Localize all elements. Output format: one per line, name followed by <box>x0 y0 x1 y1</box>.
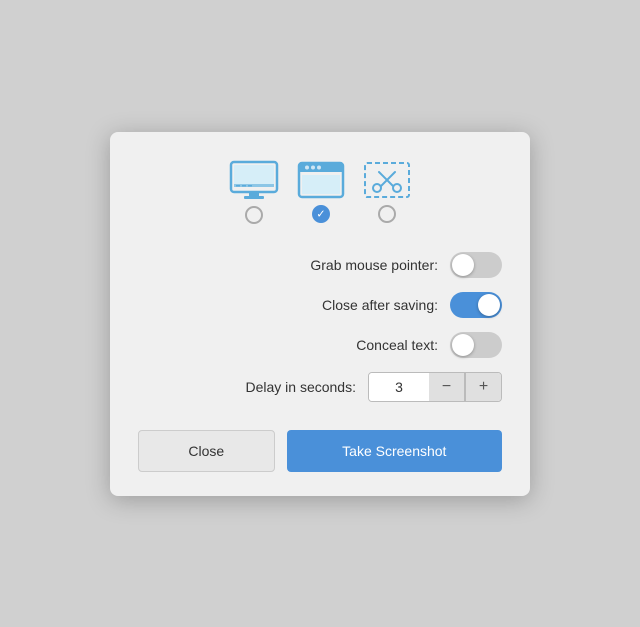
delay-plus-button[interactable]: + <box>465 373 501 401</box>
close-after-saving-toggle[interactable] <box>450 292 502 318</box>
close-after-saving-row: Close after saving: <box>138 292 502 318</box>
screenshot-dialog: Grab mouse pointer: Close after saving: … <box>110 132 530 496</box>
take-screenshot-button[interactable]: Take Screenshot <box>287 430 502 472</box>
delay-minus-button[interactable]: − <box>429 373 465 401</box>
delay-input[interactable] <box>369 373 429 401</box>
grab-mouse-toggle[interactable] <box>450 252 502 278</box>
type-option-window[interactable] <box>297 161 345 223</box>
grab-mouse-label: Grab mouse pointer: <box>310 257 438 273</box>
region-icon <box>363 161 411 199</box>
type-option-fullscreen[interactable] <box>229 160 279 224</box>
conceal-text-label: Conceal text: <box>356 337 438 353</box>
close-button[interactable]: Close <box>138 430 275 472</box>
type-selector <box>138 160 502 224</box>
region-radio[interactable] <box>378 205 396 223</box>
button-row: Close Take Screenshot <box>138 430 502 472</box>
conceal-text-row: Conceal text: <box>138 332 502 358</box>
window-radio[interactable] <box>312 205 330 223</box>
window-icon <box>297 161 345 199</box>
grab-mouse-row: Grab mouse pointer: <box>138 252 502 278</box>
conceal-text-toggle[interactable] <box>450 332 502 358</box>
options-section: Grab mouse pointer: Close after saving: … <box>138 252 502 402</box>
delay-control: − + <box>368 372 502 402</box>
fullscreen-icon <box>229 160 279 200</box>
delay-label: Delay in seconds: <box>245 379 356 395</box>
fullscreen-radio[interactable] <box>245 206 263 224</box>
delay-row: Delay in seconds: − + <box>138 372 502 402</box>
close-after-saving-label: Close after saving: <box>322 297 438 313</box>
type-option-region[interactable] <box>363 161 411 223</box>
